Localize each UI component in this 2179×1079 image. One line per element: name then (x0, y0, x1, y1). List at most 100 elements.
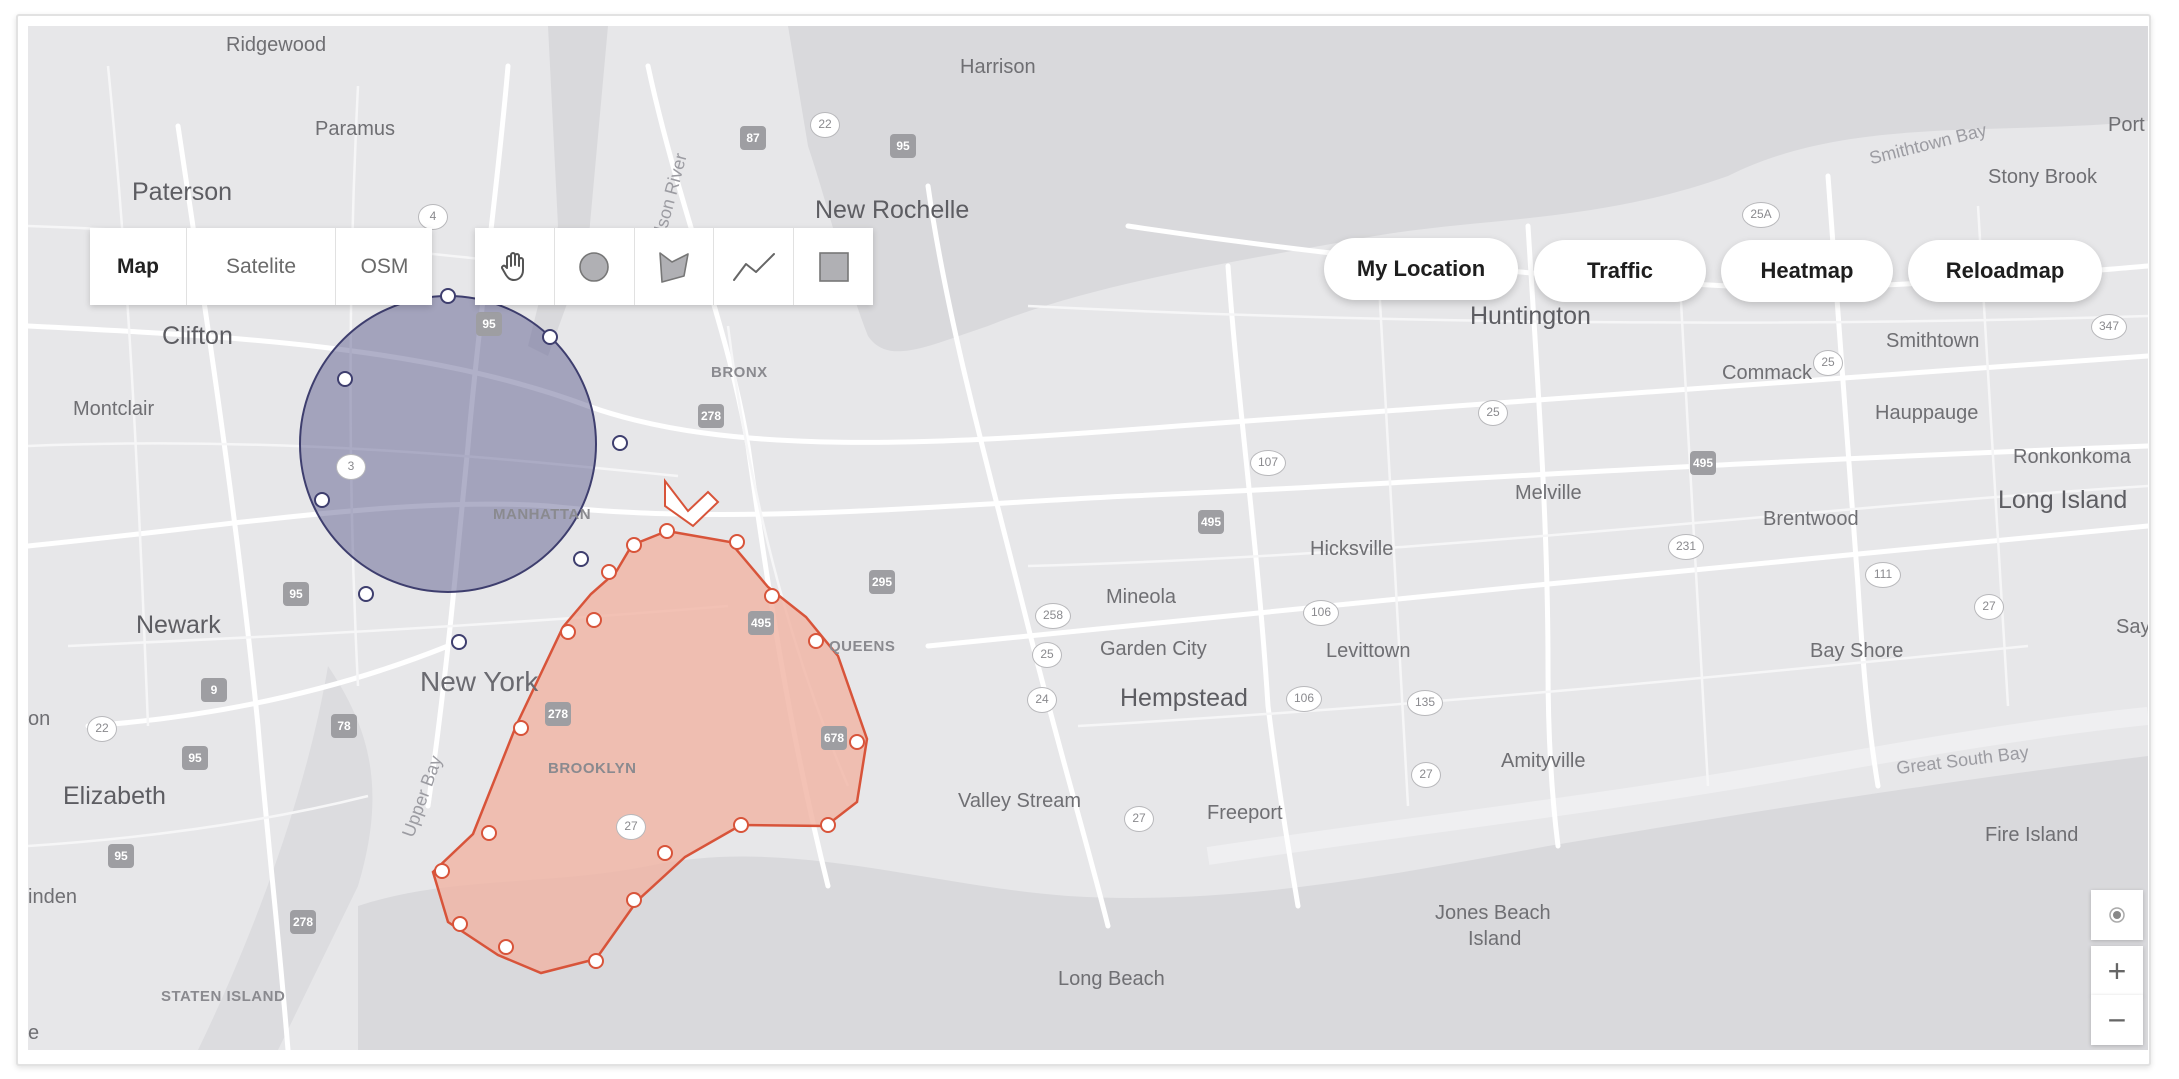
place-label: Stony Brook (1988, 166, 2097, 188)
drawing-toolbar (475, 228, 873, 305)
place-label: Paramus (315, 118, 396, 140)
route-shield: 95 (283, 582, 309, 606)
route-shield: 24 (1027, 687, 1057, 713)
place-label: Long Island (1998, 486, 2128, 514)
route-shield: 106 (1286, 686, 1322, 712)
place-label: Montclair (73, 398, 155, 420)
route-shield: 107 (1250, 450, 1286, 476)
place-label: Hicksville (1310, 538, 1394, 560)
circle-icon (579, 251, 609, 282)
place-label: Mineola (1106, 586, 1177, 608)
place-label: Brentwood (1763, 508, 1859, 530)
route-shield: 95 (476, 312, 502, 336)
place-label: Freeport (1207, 802, 1283, 824)
zoom-out-icon: − (2107, 1002, 2127, 1038)
place-label: Long Beach (1058, 968, 1165, 990)
route-shield: 278 (698, 404, 724, 428)
place-label: e (28, 1022, 40, 1044)
place-label: Clifton (162, 322, 233, 350)
route-shield: 22 (810, 112, 840, 138)
place-label: Garden City (1100, 638, 1207, 660)
place-label: Ridgewood (226, 34, 327, 56)
locate-button[interactable] (2091, 890, 2143, 940)
route-shield: 495 (748, 611, 774, 635)
place-label: Valley Stream (958, 790, 1082, 812)
route-shield: 678 (821, 726, 847, 750)
district-label: QUEENS (829, 638, 896, 655)
route-shield: 27 (1124, 806, 1154, 832)
place-label: Huntington (1470, 302, 1591, 330)
place-label: Hauppauge (1875, 402, 1979, 424)
rectangle-icon (818, 251, 849, 282)
map-type-satelite[interactable]: Satelite (187, 228, 336, 305)
place-label: Commack (1722, 362, 1813, 384)
place-label: inden (28, 886, 77, 908)
place-label: Paterson (132, 178, 233, 206)
route-shield: 27 (616, 814, 646, 840)
place-label: Port (2108, 114, 2145, 136)
rectangle-tool[interactable] (794, 228, 873, 305)
polyline-icon (732, 252, 775, 281)
place-label: New York (420, 666, 539, 697)
district-label: STATEN ISLAND (161, 988, 286, 1005)
district-label: BROOKLYN (548, 760, 637, 777)
place-label: Jones Beach (1435, 902, 1551, 924)
heatmap-button[interactable]: Heatmap (1721, 240, 1893, 302)
route-shield: 95 (108, 844, 134, 868)
route-shield: 106 (1303, 600, 1339, 626)
polygon-icon (659, 251, 689, 283)
polyline-tool[interactable] (714, 228, 795, 305)
hand-pan-tool[interactable] (475, 228, 555, 305)
reloadmap-button[interactable]: Reloadmap (1908, 240, 2102, 302)
zoom-in-button[interactable]: + (2091, 946, 2143, 996)
route-shield: 4 (418, 204, 448, 230)
map-type-osm[interactable]: OSM (336, 228, 433, 305)
place-label: Ronkonkoma (2013, 446, 2131, 468)
route-shield: 258 (1035, 603, 1071, 629)
place-label: Fire Island (1985, 824, 2079, 846)
place-label: Hempstead (1120, 684, 1248, 712)
route-shield: 495 (1690, 451, 1716, 475)
route-shield: 231 (1668, 534, 1704, 560)
map-base (28, 26, 2148, 1050)
zoom-in-icon: + (2107, 953, 2127, 989)
route-shield: 278 (545, 702, 571, 726)
district-label: MANHATTAN (493, 506, 592, 523)
route-shield: 295 (869, 570, 895, 594)
place-label: Say (2116, 616, 2148, 638)
route-shield: 9 (201, 678, 227, 702)
circle-tool[interactable] (555, 228, 635, 305)
map-type-switcher: Map Satelite OSM (90, 228, 432, 305)
place-label: Elizabeth (63, 782, 166, 810)
place-label: Smithtown (1886, 330, 1980, 352)
place-label: Amityville (1501, 750, 1586, 772)
route-shield: 87 (740, 126, 766, 150)
route-shield: 25 (1813, 350, 1843, 376)
route-shield: 347 (2091, 314, 2127, 340)
route-shield: 25 (1032, 642, 1062, 668)
route-shield: 95 (182, 746, 208, 770)
route-shield: 27 (1411, 762, 1441, 788)
route-shield: 111 (1865, 562, 1901, 588)
map-canvas[interactable]: Ridgewood Harrison Paramus Paterson New … (28, 26, 2148, 1050)
place-label: Newark (136, 611, 221, 639)
polygon-tool[interactable] (635, 228, 715, 305)
place-label: Melville (1515, 482, 1582, 504)
my-location-button[interactable]: My Location (1324, 238, 1518, 300)
route-shield: 78 (331, 714, 357, 738)
place-label: Harrison (960, 56, 1036, 78)
place-label: Levittown (1326, 640, 1411, 662)
route-shield: 27 (1974, 594, 2004, 620)
map-type-map[interactable]: Map (90, 228, 187, 305)
hand-pan-icon (501, 251, 525, 281)
place-label: Island (1468, 928, 1522, 950)
route-shield: 3 (336, 454, 366, 480)
route-shield: 278 (290, 910, 316, 934)
place-label: Bay Shore (1810, 640, 1904, 662)
route-shield: 25 (1478, 400, 1508, 426)
zoom-out-button[interactable]: − (2091, 995, 2143, 1045)
place-label: New Rochelle (815, 196, 970, 224)
traffic-button[interactable]: Traffic (1534, 240, 1706, 302)
route-shield: 95 (890, 134, 916, 158)
route-shield: 22 (87, 716, 117, 742)
